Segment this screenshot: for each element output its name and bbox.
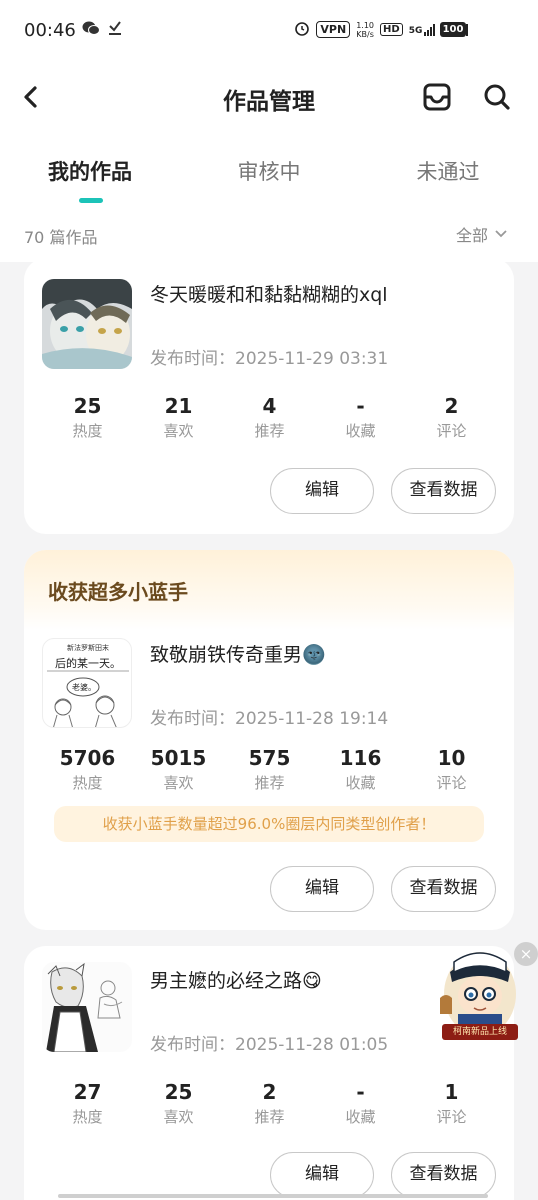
download-done-icon	[108, 20, 122, 40]
page-title: 作品管理	[223, 89, 315, 115]
stat-likes: 5015 喜欢	[150, 746, 207, 792]
wechat-icon	[82, 20, 100, 40]
work-thumbnail[interactable]	[42, 279, 132, 369]
chevron-left-icon	[24, 86, 37, 108]
tab-under-review[interactable]: 审核中	[189, 156, 349, 186]
stat-recommend: 2 推荐	[254, 1080, 285, 1126]
work-stats: 25 热度 21 喜欢 4 推荐 - 收藏 2 评论	[42, 394, 514, 441]
top-area: 00:46 VPN 1.10 KB/s HD 5G 4G	[0, 0, 538, 262]
banner-text: 收获超多小蓝手	[48, 580, 188, 604]
card-banner: 收获超多小蓝手	[24, 550, 514, 630]
stat-comments: 1 评论	[436, 1080, 467, 1126]
stat-heat: 5706 热度	[59, 746, 116, 792]
stat-heat: 25 热度	[72, 394, 103, 440]
publish-time: 发布时间：2025-11-29 03:31	[150, 349, 389, 369]
works-count: 70 篇作品	[24, 228, 98, 247]
maid-sketch-image	[42, 962, 132, 1052]
anime-boys-cover-image	[42, 279, 132, 369]
achievement-tip: 收获小蓝手数量超过96.0%圈层内同类型创作者！	[54, 806, 484, 842]
publish-time: 发布时间：2025-11-28 01:05	[150, 1035, 389, 1055]
hd-badge: HD	[380, 23, 403, 36]
publish-time: 发布时间：2025-11-28 19:14	[150, 709, 389, 729]
home-indicator	[58, 1194, 488, 1198]
battery-icon: 100	[440, 22, 466, 37]
edit-button[interactable]: 编辑	[270, 1152, 374, 1198]
stat-likes: 21 喜欢	[163, 394, 194, 440]
net-speed-value: 1.10	[356, 20, 375, 30]
summary-row: 70 篇作品 全部	[0, 218, 538, 250]
work-card-featured[interactable]: 收获超多小蓝手 新法罗斯田末 后的某一天。 老婆。 致敬崩铁传奇重男🌚 发布时间…	[24, 550, 514, 930]
message-button[interactable]	[420, 80, 454, 114]
stat-likes: 25 喜欢	[163, 1080, 194, 1126]
stat-recommend: 575 推荐	[248, 746, 291, 792]
edit-button[interactable]: 编辑	[270, 468, 374, 514]
tab-indicator	[79, 198, 103, 203]
tab-rejected[interactable]: 未通过	[368, 156, 528, 186]
filter-label: 全部	[455, 226, 488, 245]
tab-bar: 我的作品 审核中 未通过	[0, 148, 538, 208]
net-speed-unit: KB/s	[356, 29, 374, 39]
edit-button[interactable]: 编辑	[270, 866, 374, 912]
stat-comments: 2 评论	[436, 394, 467, 440]
status-time: 00:46	[24, 20, 76, 41]
floating-promo[interactable]: 柯南新品上线 ×	[436, 942, 538, 1046]
close-icon[interactable]: ×	[514, 942, 538, 966]
promo-caption: 柯南新品上线	[442, 1024, 518, 1040]
stat-collect: - 收藏	[345, 1080, 376, 1126]
message-box-icon	[423, 83, 451, 111]
stat-comments: 10 评论	[436, 746, 467, 792]
back-button[interactable]	[14, 80, 48, 114]
work-thumbnail[interactable]	[42, 962, 132, 1052]
stat-collect: 116 收藏	[339, 746, 382, 792]
vpn-badge: VPN	[316, 21, 351, 38]
work-title[interactable]: 男主嬷的必经之路😋	[150, 966, 322, 993]
signal-bars-icon	[424, 23, 436, 36]
stat-recommend: 4 推荐	[254, 394, 285, 440]
search-button[interactable]	[480, 80, 514, 114]
header: 作品管理	[0, 64, 538, 130]
search-icon	[484, 84, 510, 110]
work-title[interactable]: 致敬崩铁传奇重男🌚	[150, 640, 326, 667]
tab-my-works[interactable]: 我的作品	[10, 156, 170, 186]
view-data-button[interactable]: 查看数据	[391, 866, 496, 912]
stat-collect: - 收藏	[345, 394, 376, 440]
view-data-button[interactable]: 查看数据	[391, 468, 496, 514]
chevron-down-icon	[495, 230, 507, 238]
work-thumbnail[interactable]: 新法罗斯田末 后的某一天。 老婆。	[42, 638, 132, 728]
work-card[interactable]: 冬天暖暖和和黏黏糊糊的xql 发布时间：2025-11-29 03:31 25 热…	[24, 262, 514, 534]
works-list[interactable]: 冬天暖暖和和黏黏糊糊的xql 发布时间：2025-11-29 03:31 25 热…	[0, 262, 538, 1200]
work-stats: 5706 热度 5015 喜欢 575 推荐 116 收藏 10 评论	[42, 746, 514, 793]
stat-heat: 27 热度	[72, 1080, 103, 1126]
status-bar: 00:46 VPN 1.10 KB/s HD 5G 4G	[0, 0, 538, 64]
signal-5g: 5G	[409, 23, 436, 36]
alarm-icon	[294, 20, 310, 39]
view-data-button[interactable]: 查看数据	[391, 1152, 496, 1198]
filter-dropdown[interactable]: 全部	[456, 222, 508, 246]
work-title[interactable]: 冬天暖暖和和黏黏糊糊的xql	[150, 280, 388, 307]
work-stats: 27 热度 25 喜欢 2 推荐 - 收藏 1 评论	[42, 1080, 514, 1127]
